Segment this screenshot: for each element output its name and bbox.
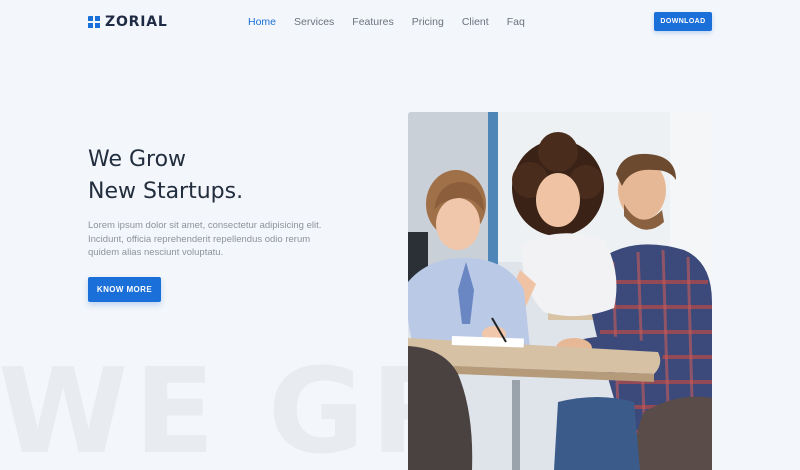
nav-item-client[interactable]: Client — [462, 16, 489, 28]
brand-name: ZORIAL — [105, 14, 168, 30]
people-working-at-table-photo — [408, 112, 712, 470]
landing-page: ZORIAL Home Services Features Pricing Cl… — [0, 0, 800, 470]
main-nav: Home Services Features Pricing Client Fa… — [248, 16, 525, 28]
nav-item-features[interactable]: Features — [352, 16, 393, 28]
nav-item-pricing[interactable]: Pricing — [412, 16, 444, 28]
hero-title-line-1: We Grow — [88, 147, 187, 172]
hero-title-line-2: New Startups. — [88, 179, 244, 204]
know-more-button[interactable]: KNOW MORE — [88, 277, 161, 302]
hero-title: We Grow New Startups. — [88, 144, 243, 208]
nav-item-home[interactable]: Home — [248, 16, 276, 28]
brand-logo[interactable]: ZORIAL — [88, 14, 168, 30]
grid-logo-icon — [88, 16, 100, 28]
hero-description: Lorem ipsum dolor sit amet, consectetur … — [88, 220, 322, 258]
nav-item-faq[interactable]: Faq — [507, 16, 525, 28]
hero-watermark: WE GR — [0, 342, 468, 470]
nav-item-services[interactable]: Services — [294, 16, 334, 28]
download-button[interactable]: DOWNLOAD — [654, 12, 712, 31]
